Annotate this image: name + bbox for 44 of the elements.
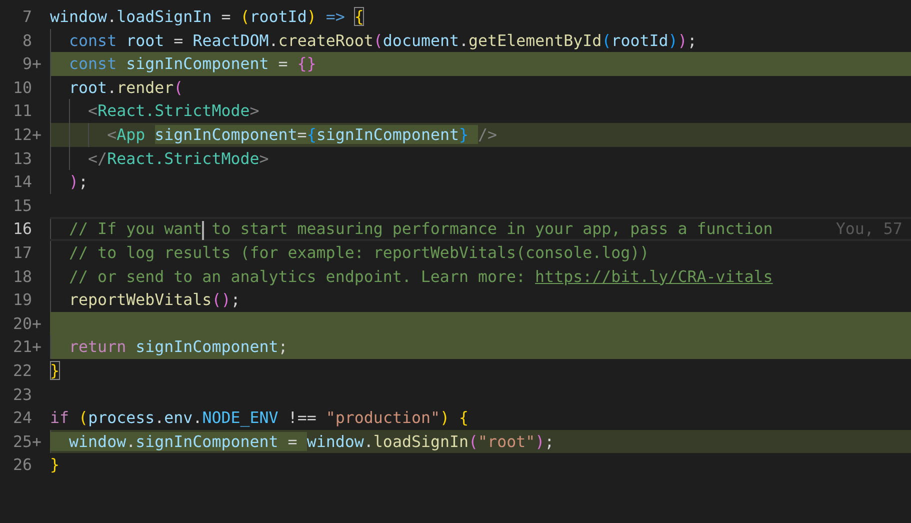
code-line: <React.StrictMode>: [87, 100, 260, 122]
line-number: 8: [21, 30, 32, 52]
code-line: // If you want to start measuring performance in your app, pass a function: [68, 219, 773, 239]
line-number: 12: [12, 124, 32, 146]
diff-marker: +: [32, 124, 42, 144]
code-line: reportWebVitals();: [68, 289, 240, 312]
line-number: 13: [12, 148, 32, 170]
diff-marker: +: [32, 432, 42, 451]
diff-marker: +: [32, 54, 42, 74]
code-line: if (process.env.NODE_ENV !== "production") {: [50, 407, 469, 430]
code-line: root.render(: [68, 76, 184, 99]
line-number: 20: [12, 312, 32, 335]
line-number: 9: [21, 53, 32, 76]
diff-marker: +: [32, 314, 42, 333]
code-line: window.loadSignIn = (rootId) => {: [50, 6, 364, 28]
line-number: 24: [12, 407, 32, 430]
line-number: 15: [12, 194, 32, 217]
line-number: 10: [12, 76, 32, 99]
line-number: 21: [12, 336, 32, 358]
line-number: 11: [12, 100, 32, 122]
link[interactable]: https://bit.ly/CRA-vitals: [535, 266, 773, 286]
line-number: 7: [21, 6, 32, 28]
code-line: const root = ReactDOM.createRoot(document.getElementById(rootId));: [68, 30, 697, 52]
code-line: <App signInComponent={signInComponent} />: [106, 124, 498, 146]
line-number: 25: [12, 430, 32, 453]
code-line: }: [50, 360, 60, 382]
code-line: const signInComponent = {}: [68, 53, 316, 76]
code-line: </React.StrictMode>: [87, 148, 269, 170]
code-line: }: [50, 454, 60, 476]
code-line: window.signInComponent = window.loadSignIn("root");: [50, 430, 554, 454]
code-line: );: [68, 171, 88, 194]
line-number: 17: [12, 242, 32, 264]
code-line: // to log results (for example: reportWebVitals(console.log)): [68, 242, 650, 264]
diff-marker: +: [32, 337, 42, 356]
code-line: return signInComponent;: [68, 336, 288, 358]
line-number: 23: [12, 384, 32, 406]
line-number: 19: [12, 289, 32, 312]
line-number: 16: [12, 218, 32, 240]
line-number: 14: [12, 171, 32, 194]
line-number: 22: [12, 360, 32, 382]
line-number: 18: [12, 266, 32, 288]
blame-annotation: You, 57: [836, 219, 902, 239]
line-number: 26: [12, 454, 32, 476]
code-line: // or send to an analytics endpoint. Learn more: https://bit.ly/CRA-vitals: [68, 266, 773, 288]
